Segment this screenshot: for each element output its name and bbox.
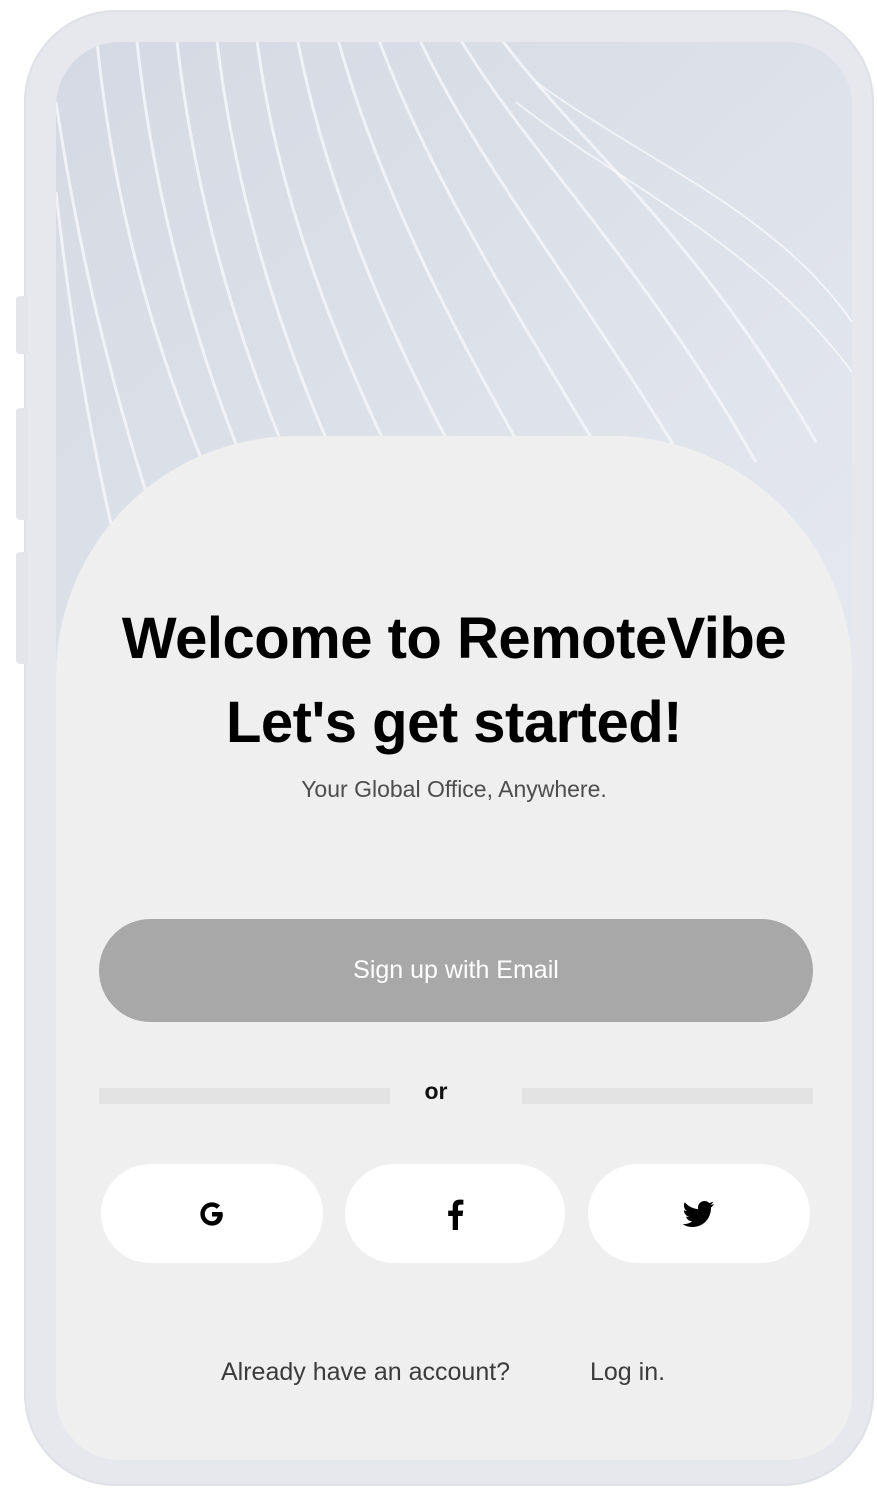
- phone-side-button: [16, 296, 28, 354]
- twitter-signin-button[interactable]: [588, 1164, 810, 1263]
- facebook-icon: [448, 1199, 464, 1230]
- signup-email-button[interactable]: Sign up with Email: [99, 919, 813, 1022]
- phone-volume-down-button: [16, 552, 28, 664]
- login-prompt-text: Already have an account?: [221, 1358, 511, 1386]
- app-screen: Welcome to RemoteVibe Let's get started!…: [56, 42, 852, 1460]
- login-link[interactable]: Log in.: [590, 1358, 665, 1387]
- divider-line-right: [522, 1088, 813, 1104]
- welcome-subtitle: Your Global Office, Anywhere.: [301, 776, 607, 802]
- google-signin-button[interactable]: [101, 1164, 323, 1263]
- google-icon: [200, 1201, 223, 1226]
- welcome-title: Welcome to RemoteVibe: [121, 606, 787, 671]
- welcome-title-line2: Let's get started!: [226, 690, 683, 755]
- twitter-icon: [683, 1200, 714, 1227]
- phone-volume-up-button: [16, 408, 28, 520]
- divider-or-label: or: [424, 1078, 448, 1104]
- divider-line-left: [99, 1088, 390, 1104]
- facebook-signin-button[interactable]: [345, 1164, 565, 1263]
